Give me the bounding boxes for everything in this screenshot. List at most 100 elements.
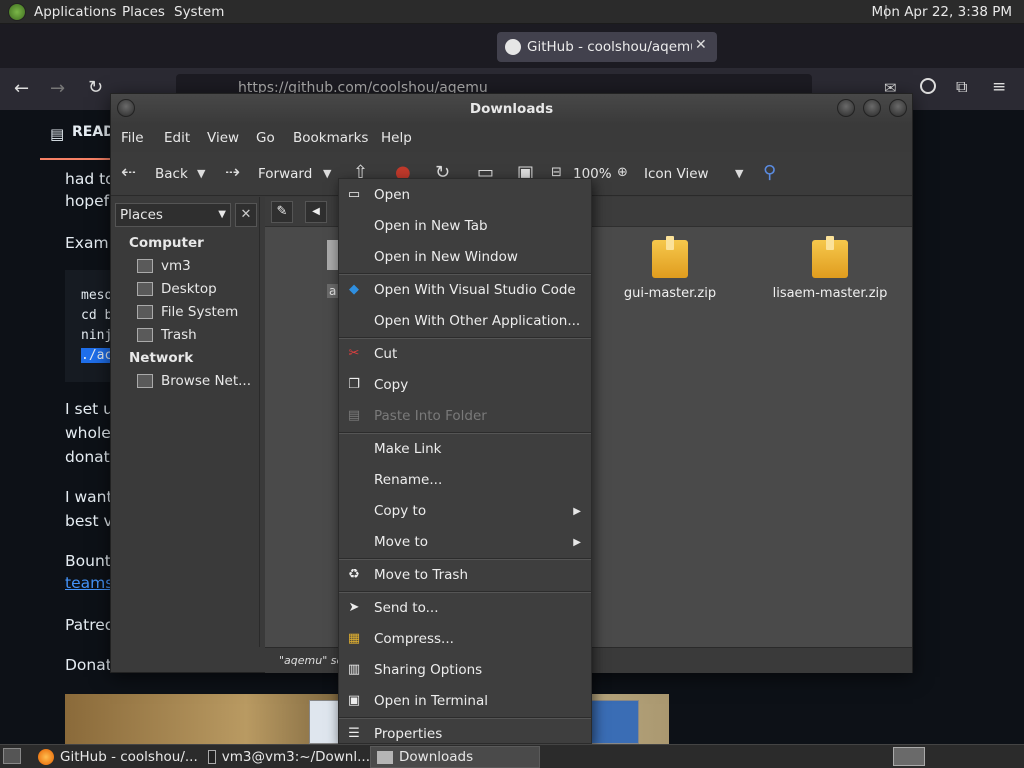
menu-file[interactable]: File: [121, 130, 144, 146]
back-button[interactable]: Back: [155, 166, 188, 182]
task-label: Downloads: [399, 749, 474, 765]
menu-item-label: Rename...: [374, 472, 443, 488]
forward-history-icon[interactable]: ▼: [323, 167, 331, 180]
file-item[interactable]: gui-master.zip: [605, 236, 735, 301]
menu-item-compress[interactable]: ▦ Compress...: [339, 624, 591, 654]
code-line: cd b: [81, 308, 113, 323]
places-menu[interactable]: Places: [122, 4, 165, 20]
task-label: vm3@vm3:~/Downl...: [221, 749, 370, 765]
menu-item-open-in-terminal[interactable]: ▣ Open in Terminal: [339, 686, 591, 716]
forward-icon[interactable]: ⇢: [225, 162, 240, 183]
menu-item-label: Paste Into Folder: [374, 408, 487, 424]
readme-text: whole: [65, 424, 111, 442]
menu-help[interactable]: Help: [381, 130, 412, 146]
archive-icon: ▦: [347, 631, 361, 646]
places-selector-label: Places: [120, 207, 163, 223]
hamburger-menu-icon[interactable]: ≡: [992, 77, 1006, 97]
sidebar-item-label: Trash: [161, 327, 197, 343]
screenshot-thumbnail: [589, 700, 639, 744]
reload-icon[interactable]: ↻: [88, 77, 103, 98]
menu-item-open-in-new-window[interactable]: Open in New Window: [339, 242, 591, 272]
workspace-switcher[interactable]: [893, 747, 925, 766]
chevron-down-icon[interactable]: ▼: [735, 167, 743, 180]
file-label: gui-master.zip: [623, 286, 717, 301]
submenu-arrow-icon: ▶: [573, 536, 581, 548]
system-menu[interactable]: System: [174, 4, 224, 20]
menu-view[interactable]: View: [207, 130, 239, 146]
menu-item-move-to-trash[interactable]: ♻ Move to Trash: [339, 560, 591, 590]
menu-edit[interactable]: Edit: [164, 130, 190, 146]
task-button-firefox[interactable]: GitHub - coolshou/...: [32, 746, 200, 768]
back-history-icon[interactable]: ▼: [197, 167, 205, 180]
sidebar-item-label: File System: [161, 304, 239, 320]
desktop-icon: [137, 282, 153, 296]
sidebar-item-vm3[interactable]: vm3: [137, 258, 191, 274]
sidebar-item-trash[interactable]: Trash: [137, 327, 197, 343]
view-mode-select[interactable]: Icon View: [644, 166, 709, 182]
menu-item-label: Make Link: [374, 441, 442, 457]
menu-item-label: Send to...: [374, 600, 439, 616]
browser-tab-title: GitHub - coolshou/aqemu: [527, 39, 692, 55]
readme-text: donati: [65, 448, 115, 466]
sidebar-item-file-system[interactable]: File System: [137, 304, 238, 320]
menu-item-label: Sharing Options: [374, 662, 483, 678]
close-window-icon[interactable]: [889, 99, 907, 117]
minimize-icon[interactable]: [837, 99, 855, 117]
close-sidebar-button[interactable]: ✕: [235, 203, 257, 227]
zoom-in-icon[interactable]: ⊕: [617, 165, 628, 180]
menu-item-label: Cut: [374, 346, 398, 362]
terminal-icon: [208, 750, 216, 764]
menu-bookmarks[interactable]: Bookmarks: [293, 130, 368, 146]
back-arrow-icon[interactable]: ←: [14, 78, 29, 99]
menu-item-make-link[interactable]: Make Link: [339, 434, 591, 464]
menu-item-cut[interactable]: ✂ Cut: [339, 339, 591, 369]
browser-tab-github[interactable]: GitHub - coolshou/aqemu ✕: [497, 32, 717, 62]
send-icon: ➤: [348, 600, 360, 615]
task-button-downloads[interactable]: Downloads: [370, 746, 540, 768]
menu-item-open[interactable]: ▭ Open: [339, 180, 591, 210]
back-icon[interactable]: ⇠: [121, 162, 136, 183]
task-label: GitHub - coolshou/...: [60, 749, 198, 765]
menu-go[interactable]: Go: [256, 130, 275, 146]
menu-item-sharing-options[interactable]: ▥ Sharing Options: [339, 655, 591, 685]
search-icon[interactable]: ⚲: [763, 162, 776, 183]
forward-arrow-icon[interactable]: →: [50, 78, 65, 99]
top-panel: Applications Places System Mon Apr 22, 3…: [0, 0, 1024, 24]
window-title[interactable]: Downloads: [111, 94, 912, 124]
menu-item-label: Open With Visual Studio Code: [374, 282, 576, 298]
menu-item-rename[interactable]: Rename...: [339, 465, 591, 495]
sidebar-item-desktop[interactable]: Desktop: [137, 281, 217, 297]
extensions-icon[interactable]: ⧉: [956, 77, 967, 97]
close-tab-icon[interactable]: ✕: [695, 37, 707, 53]
edit-location-icon[interactable]: ✎: [271, 201, 293, 223]
menu-item-open-with-visual-studio-code[interactable]: ◆ Open With Visual Studio Code: [339, 275, 591, 305]
menu-item-copy-to[interactable]: Copy to ▶: [339, 496, 591, 526]
applications-menu[interactable]: Applications: [34, 4, 116, 20]
menu-item-move-to[interactable]: Move to ▶: [339, 527, 591, 557]
readme-tab-label[interactable]: READ: [72, 124, 115, 140]
show-desktop-icon[interactable]: [3, 748, 21, 764]
path-left-arrow-icon[interactable]: ◀: [305, 201, 327, 223]
trash-icon: ♻: [348, 567, 360, 582]
window-menu-icon[interactable]: [117, 99, 135, 117]
forward-button[interactable]: Forward: [258, 166, 312, 182]
sidebar-item-label: Browse Net...: [161, 373, 252, 389]
clock[interactable]: Mon Apr 22, 3:38 PM: [871, 4, 1012, 20]
account-icon[interactable]: [920, 78, 936, 94]
network-icon: [137, 374, 153, 388]
file-item[interactable]: lisaem-master.zip: [765, 236, 895, 301]
drive-icon: [137, 305, 153, 319]
maximize-icon[interactable]: [863, 99, 881, 117]
zip-archive-icon: [652, 236, 688, 278]
places-selector[interactable]: Places ▼: [115, 203, 231, 227]
file-label: lisaem-master.zip: [772, 286, 888, 301]
menu-item-copy[interactable]: ❐ Copy: [339, 370, 591, 400]
menu-item-send-to[interactable]: ➤ Send to...: [339, 593, 591, 623]
status-text: "aqemu" se: [279, 654, 344, 667]
task-button-terminal[interactable]: vm3@vm3:~/Downl...: [202, 746, 370, 768]
menu-item-open-in-new-tab[interactable]: Open in New Tab: [339, 211, 591, 241]
distro-logo-icon[interactable]: [8, 3, 26, 21]
menu-item-open-with-other-application[interactable]: Open With Other Application...: [339, 306, 591, 336]
readme-text: I want: [65, 488, 113, 506]
sidebar-item-browse-network[interactable]: Browse Net...: [137, 373, 251, 389]
